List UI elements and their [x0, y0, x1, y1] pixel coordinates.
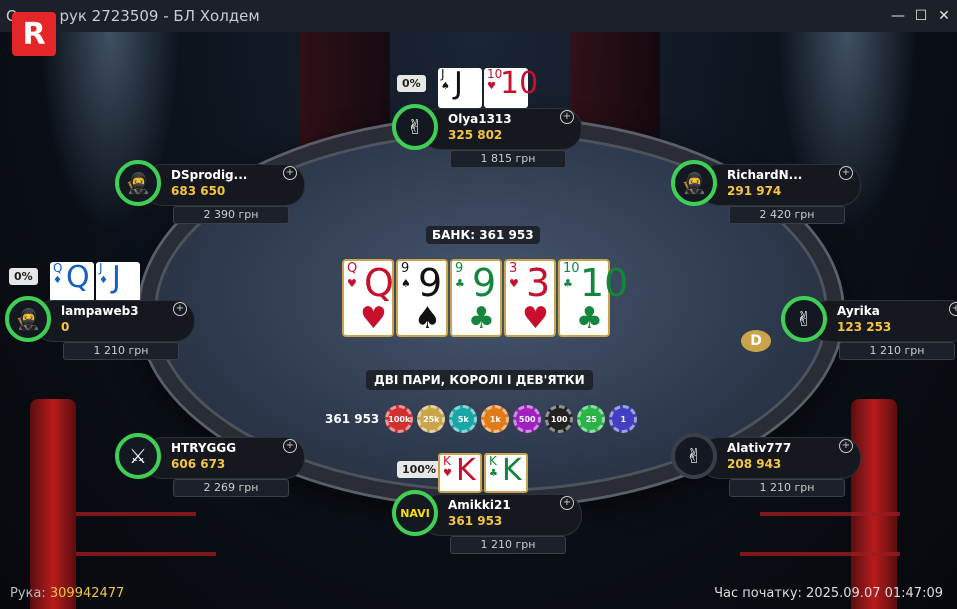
maximize-button[interactable]: ☐ [914, 8, 928, 24]
player-stack: 123 253 [837, 320, 892, 334]
board-card: 3 ♥ 3 ♥ [504, 259, 556, 337]
player-stack: 0 [61, 320, 70, 334]
minimize-button[interactable]: — [891, 8, 905, 24]
chip-icon: 100k [385, 405, 414, 433]
chip-icon: 500 [513, 405, 542, 433]
player-stack: 325 802 [448, 128, 503, 142]
board-card: 9 ♠ 9 ♠ [396, 259, 448, 337]
hole-cards: J ♠ J 10 ♥ 10 [438, 66, 538, 108]
player-name: Alativ777 [727, 441, 792, 455]
chip-icon: 25k [417, 405, 446, 433]
hand-id-footer: Рука: 309942477 [10, 586, 124, 601]
warrior-avatar-icon: ⚔ [115, 433, 161, 479]
player-name: HTRYGGG [171, 441, 237, 455]
hole-card: K ♣ K [484, 453, 528, 493]
hand-id-label: Рука: [10, 586, 46, 601]
player-stack: 683 650 [171, 184, 226, 198]
player-name: DSprodig... [171, 168, 248, 182]
hole-cards: K ♥ K K ♣ K [438, 453, 528, 493]
chip-icon: 5k [449, 405, 478, 433]
player-seat[interactable]: ✌ Olya1313 325 802 + 1 815 грн [392, 104, 592, 168]
chip-icon: 25 [577, 405, 606, 433]
equity-badge: 100% [397, 461, 441, 478]
ring-rope [740, 552, 900, 556]
add-note-icon[interactable]: + [283, 166, 297, 180]
bounty-badge: 2 269 грн [173, 479, 289, 497]
ring-rope [76, 512, 196, 516]
ring-rope [760, 512, 900, 516]
add-note-icon[interactable]: + [560, 110, 574, 124]
chip-icon: 1 [609, 405, 638, 433]
ring-rope [76, 552, 216, 556]
board-card: 9 ♣ 9 ♣ [450, 259, 502, 337]
pot-chips-amount: 361 953 [325, 412, 380, 426]
bounty-badge: 2 420 грн [729, 206, 845, 224]
pot-chips: 361 953 100k 25k 5k 1k 500 100 25 1 [325, 405, 638, 433]
dealer-button: D [741, 330, 771, 352]
bounty-badge: 1 210 грн [450, 536, 566, 554]
add-note-icon[interactable]: + [949, 302, 957, 316]
hole-card: K ♥ K [438, 453, 482, 493]
chip-icon: 1k [481, 405, 510, 433]
player-name: Ayrika [837, 304, 880, 318]
close-button[interactable]: ✕ [937, 8, 951, 24]
start-time-value: 2025.09.07 01:47:09 [806, 586, 943, 601]
board-card: Q ♥ Q ♥ [342, 259, 394, 337]
player-seat[interactable]: 🥷 lampaweb3 0 + 1 210 грн [5, 296, 205, 360]
vbet-avatar-icon: ✌ [671, 433, 717, 479]
navi-avatar-icon: NAVI [392, 490, 438, 536]
player-name: RichardN... [727, 168, 803, 182]
ninja-avatar-icon: 🥷 [115, 160, 161, 206]
add-note-icon[interactable]: + [173, 302, 187, 316]
add-note-icon[interactable]: + [839, 166, 853, 180]
vbet-avatar-icon: ✌ [781, 296, 827, 342]
bounty-badge: 1 210 грн [729, 479, 845, 497]
pot-label: БАНК: 361 953 [426, 226, 540, 244]
add-note-icon[interactable]: + [839, 439, 853, 453]
player-stack: 291 974 [727, 184, 782, 198]
hole-card: 10 ♥ 10 [484, 66, 538, 108]
player-seat[interactable]: 🥷 DSprodig... 683 650 + 2 390 грн [115, 160, 315, 224]
vbet-avatar-icon: ✌ [392, 104, 438, 150]
player-stack: 208 943 [727, 457, 782, 471]
start-time-label: Час початку: [714, 586, 802, 601]
hand-id-value[interactable]: 309942477 [50, 586, 124, 601]
player-name: Amikki21 [448, 498, 511, 512]
bounty-badge: 1 815 грн [450, 150, 566, 168]
player-seat[interactable]: NAVI Amikki21 361 953 + 1 210 грн [392, 490, 592, 554]
bounty-badge: 2 390 грн [173, 206, 289, 224]
bounty-badge: 1 210 грн [839, 342, 955, 360]
player-seat[interactable]: 🥷 RichardN... 291 974 + 2 420 грн [671, 160, 871, 224]
ring-post-right [851, 399, 897, 609]
start-time-footer: Час початку: 2025.09.07 01:47:09 [714, 586, 943, 601]
winning-hand-label: ДВІ ПАРИ, КОРОЛІ І ДЕВ'ЯТКИ [366, 370, 593, 390]
chip-icon: 100 [545, 405, 574, 433]
player-seat[interactable]: ✌ Alativ777 208 943 + 1 210 грн [671, 433, 871, 497]
app-logo: R [12, 12, 56, 56]
equity-badge: 0% [397, 75, 426, 92]
player-name: lampaweb3 [61, 304, 139, 318]
bounty-badge: 1 210 грн [63, 342, 179, 360]
ninja-avatar-icon: 🥷 [5, 296, 51, 342]
add-note-icon[interactable]: + [283, 439, 297, 453]
ninja-avatar-icon: 🥷 [671, 160, 717, 206]
player-stack: 606 673 [171, 457, 226, 471]
board-card: 10 ♣ 10 ♣ [558, 259, 628, 337]
player-name: Olya1313 [448, 112, 512, 126]
board-cards: Q ♥ Q ♥ 9 ♠ 9 ♠ 9 ♣ 9 ♣ 3 ♥ 3 ♥ 10 ♣ 10 ♣ [342, 259, 628, 337]
equity-badge: 0% [9, 268, 38, 285]
ring-post-left [30, 399, 76, 609]
hole-card: J ♠ J [438, 66, 482, 108]
title-bar: Огляд рук 2723509 - БЛ Холдем — ☐ ✕ [0, 0, 957, 32]
player-seat[interactable]: ⚔ HTRYGGG 606 673 + 2 269 грн [115, 433, 315, 497]
add-note-icon[interactable]: + [560, 496, 574, 510]
player-seat[interactable]: ✌ Ayrika 123 253 + 1 210 грн [781, 296, 957, 360]
player-stack: 361 953 [448, 514, 503, 528]
